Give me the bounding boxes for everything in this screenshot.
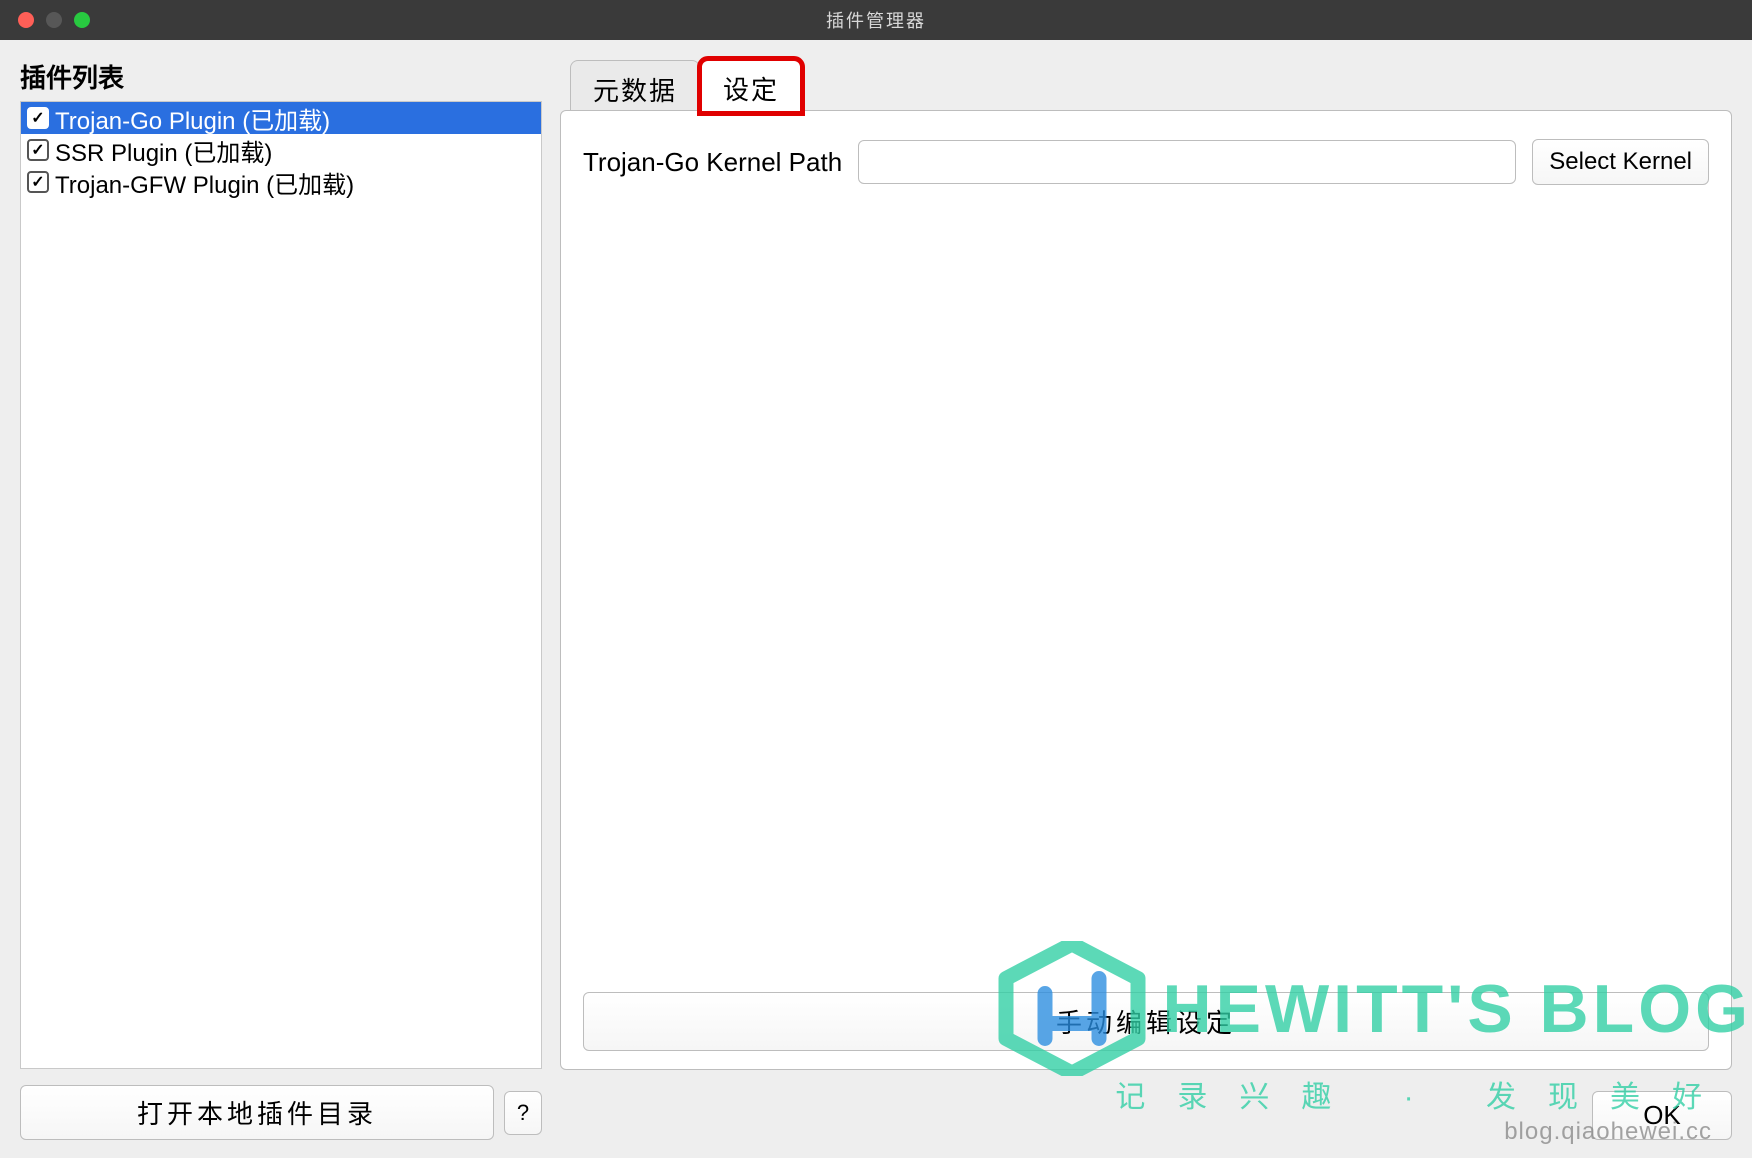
- manual-edit-settings-button[interactable]: 手动编辑设定: [583, 992, 1709, 1051]
- main-panel: 元数据 设定 Trojan-Go Kernel Path Select Kern…: [560, 58, 1732, 1070]
- tab-settings[interactable]: 设定: [700, 59, 802, 113]
- window-title: 插件管理器: [826, 7, 926, 33]
- kernel-path-row: Trojan-Go Kernel Path Select Kernel: [583, 139, 1709, 185]
- checkbox-icon[interactable]: ✓: [27, 107, 49, 129]
- window-titlebar: 插件管理器: [0, 0, 1752, 40]
- plugin-list-item-label: Trojan-Go Plugin (已加载): [55, 101, 330, 136]
- settings-panel: Trojan-Go Kernel Path Select Kernel 手动编辑…: [560, 110, 1732, 1070]
- close-window-icon[interactable]: [18, 12, 34, 28]
- traffic-lights: [0, 12, 90, 28]
- ok-button[interactable]: OK: [1592, 1091, 1732, 1140]
- sidebar: 插件列表 ✓ Trojan-Go Plugin (已加载) ✓ SSR Plug…: [20, 58, 542, 1069]
- plugin-list-item[interactable]: ✓ Trojan-Go Plugin (已加载): [21, 102, 541, 134]
- sidebar-heading: 插件列表: [20, 58, 542, 95]
- tab-bar: 元数据 设定: [560, 58, 1732, 112]
- select-kernel-button[interactable]: Select Kernel: [1532, 139, 1709, 185]
- plugin-list-item-label: SSR Plugin (已加载): [55, 133, 272, 168]
- plugin-list-item[interactable]: ✓ Trojan-GFW Plugin (已加载): [21, 166, 541, 198]
- plugin-list-item-label: Trojan-GFW Plugin (已加载): [55, 165, 354, 200]
- checkbox-icon[interactable]: ✓: [27, 171, 49, 193]
- sidebar-footer: 打开本地插件目录 ?: [20, 1085, 542, 1140]
- plugin-list[interactable]: ✓ Trojan-Go Plugin (已加载) ✓ SSR Plugin (已…: [20, 101, 542, 1069]
- minimize-window-icon[interactable]: [46, 12, 62, 28]
- help-button[interactable]: ?: [504, 1091, 542, 1135]
- tab-metadata[interactable]: 元数据: [570, 60, 700, 114]
- maximize-window-icon[interactable]: [74, 12, 90, 28]
- kernel-path-input[interactable]: [858, 140, 1516, 184]
- plugin-list-item[interactable]: ✓ SSR Plugin (已加载): [21, 134, 541, 166]
- open-local-plugin-dir-button[interactable]: 打开本地插件目录: [20, 1085, 494, 1140]
- checkbox-icon[interactable]: ✓: [27, 139, 49, 161]
- kernel-path-label: Trojan-Go Kernel Path: [583, 147, 842, 178]
